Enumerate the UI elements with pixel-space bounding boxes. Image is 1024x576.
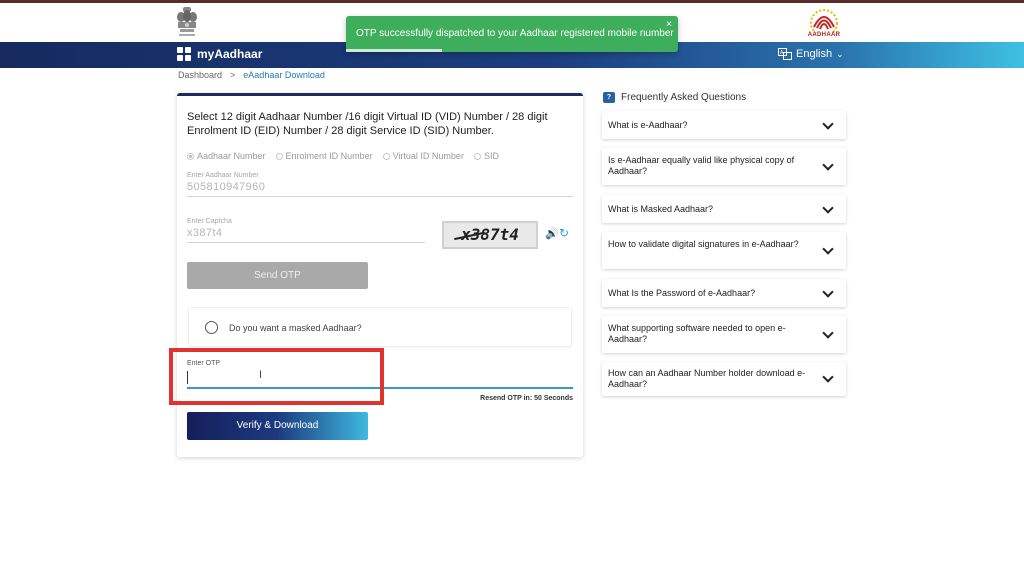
faq-heading: ? Frequently Asked Questions xyxy=(603,92,746,103)
radio-sid[interactable]: SID xyxy=(473,151,499,161)
id-type-radio-group: Aadhaar Number Enrolment ID Number Virtu… xyxy=(187,151,499,161)
otp-field[interactable]: Enter OTP I xyxy=(169,348,573,405)
radio-unchecked-icon xyxy=(382,152,390,160)
chevron-down-icon xyxy=(822,118,834,130)
aadhaar-number-value: 505810947960 xyxy=(187,181,266,193)
radio-virtual-id[interactable]: Virtual ID Number xyxy=(382,151,464,161)
radio-aadhaar-number[interactable]: Aadhaar Number xyxy=(187,151,266,161)
breadcrumb-dashboard[interactable]: Dashboard xyxy=(178,70,222,80)
chevron-down-icon: ⌄ xyxy=(836,48,844,59)
otp-input[interactable]: I xyxy=(187,367,573,387)
radio-label: SID xyxy=(483,151,499,161)
toast-progress-bar xyxy=(346,49,442,52)
faq-question: Is e-Aadhaar equally valid like physical… xyxy=(608,155,795,176)
chevron-down-icon xyxy=(822,371,834,383)
faq-question: How to validate digital signatures in e-… xyxy=(608,239,799,249)
faq-item[interactable]: What Is the Password of e-Aadhaar? xyxy=(602,279,846,307)
toast-close-icon[interactable]: × xyxy=(666,19,672,30)
masked-aadhaar-label: Do you want a masked Aadhaar? xyxy=(229,323,362,333)
audio-captcha-icon[interactable]: 🔊 xyxy=(545,227,559,240)
send-otp-button[interactable]: Send OTP xyxy=(187,262,368,289)
chevron-down-icon xyxy=(822,202,834,214)
translate-icon: A xyxy=(778,48,792,60)
faq-heading-text: Frequently Asked Questions xyxy=(621,92,747,103)
faq-icon: ? xyxy=(603,92,615,103)
aadhaar-fingerprint-icon xyxy=(810,9,838,37)
download-form-card: Select 12 digit Aadhaar Number /16 digit… xyxy=(169,93,583,457)
faq-question: What is Masked Aadhaar? xyxy=(608,204,714,214)
breadcrumb-current: eAadhaar Download xyxy=(243,70,325,80)
chevron-down-icon xyxy=(822,159,834,171)
radio-label: Virtual ID Number xyxy=(392,151,464,161)
radio-enrolment-id[interactable]: Enrolment ID Number xyxy=(275,151,373,161)
faq-item[interactable]: How can an Aadhaar Number holder downloa… xyxy=(602,362,846,396)
faq-question: How can an Aadhaar Number holder downloa… xyxy=(608,368,806,389)
radio-unchecked-icon xyxy=(275,152,283,160)
faq-item[interactable]: What is e-Aadhaar? xyxy=(602,111,846,139)
faq-item[interactable]: What supporting software needed to open … xyxy=(602,316,846,353)
captcha-value: x387t4 xyxy=(187,227,223,239)
brand[interactable]: myAadhaar xyxy=(177,47,262,61)
faq-item[interactable]: What is Masked Aadhaar? xyxy=(602,195,846,223)
aadhaar-logo: AADHAAR xyxy=(800,7,848,41)
page: AADHAAR myAadhaar A English ⌄ OTP succes… xyxy=(0,0,1024,576)
breadcrumb: Dashboard > eAadhaar Download xyxy=(178,70,325,80)
breadcrumb-separator: > xyxy=(230,70,236,80)
aadhaar-number-label: Enter Aadhaar Number xyxy=(187,172,259,179)
faq-question: What is e-Aadhaar? xyxy=(608,120,688,130)
form-title: Select 12 digit Aadhaar Number /16 digit… xyxy=(187,111,548,137)
radio-label: Enrolment ID Number xyxy=(285,151,373,161)
aadhaar-logo-text: AADHAAR xyxy=(807,32,841,38)
masked-aadhaar-radio[interactable] xyxy=(205,321,218,334)
text-caret xyxy=(187,371,188,384)
toast-message: OTP successfully dispatched to your Aadh… xyxy=(356,28,674,39)
verify-download-button[interactable]: Verify & Download xyxy=(187,412,368,440)
radio-label: Aadhaar Number xyxy=(197,151,266,161)
faq-item[interactable]: Is e-Aadhaar equally valid like physical… xyxy=(602,148,846,185)
language-label: English xyxy=(796,48,833,60)
language-selector[interactable]: A English ⌄ xyxy=(778,48,844,60)
success-toast: OTP successfully dispatched to your Aadh… xyxy=(346,16,678,52)
masked-aadhaar-option[interactable]: Do you want a masked Aadhaar? xyxy=(188,307,572,347)
ibeam-cursor-icon: I xyxy=(259,369,263,381)
aadhaar-number-underline xyxy=(187,196,573,197)
faq-item[interactable]: How to validate digital signatures in e-… xyxy=(602,232,846,269)
brand-name: myAadhaar xyxy=(197,47,263,61)
captcha-image: x387t4 xyxy=(442,221,538,249)
top-strip xyxy=(0,0,1024,3)
resend-otp-timer: Resend OTP in: 50 Seconds xyxy=(480,395,573,402)
radio-unchecked-icon xyxy=(473,152,481,160)
captcha-underline xyxy=(187,242,425,243)
chevron-down-icon xyxy=(822,327,834,339)
faq-question: What Is the Password of e-Aadhaar? xyxy=(608,288,756,298)
chevron-down-icon xyxy=(822,286,834,298)
refresh-captcha-icon[interactable]: ↻ xyxy=(559,226,569,240)
radio-checked-icon xyxy=(187,152,194,160)
aadhaar-number-field[interactable]: Enter Aadhaar Number 505810947960 xyxy=(187,172,573,197)
apps-grid-icon xyxy=(177,47,191,61)
faq-question: What supporting software needed to open … xyxy=(608,323,786,344)
captcha-field[interactable]: Enter Captcha x387t4 xyxy=(187,218,425,243)
national-emblem-icon xyxy=(177,7,197,36)
chevron-down-icon xyxy=(822,243,834,255)
captcha-label: Enter Captcha xyxy=(187,218,232,225)
